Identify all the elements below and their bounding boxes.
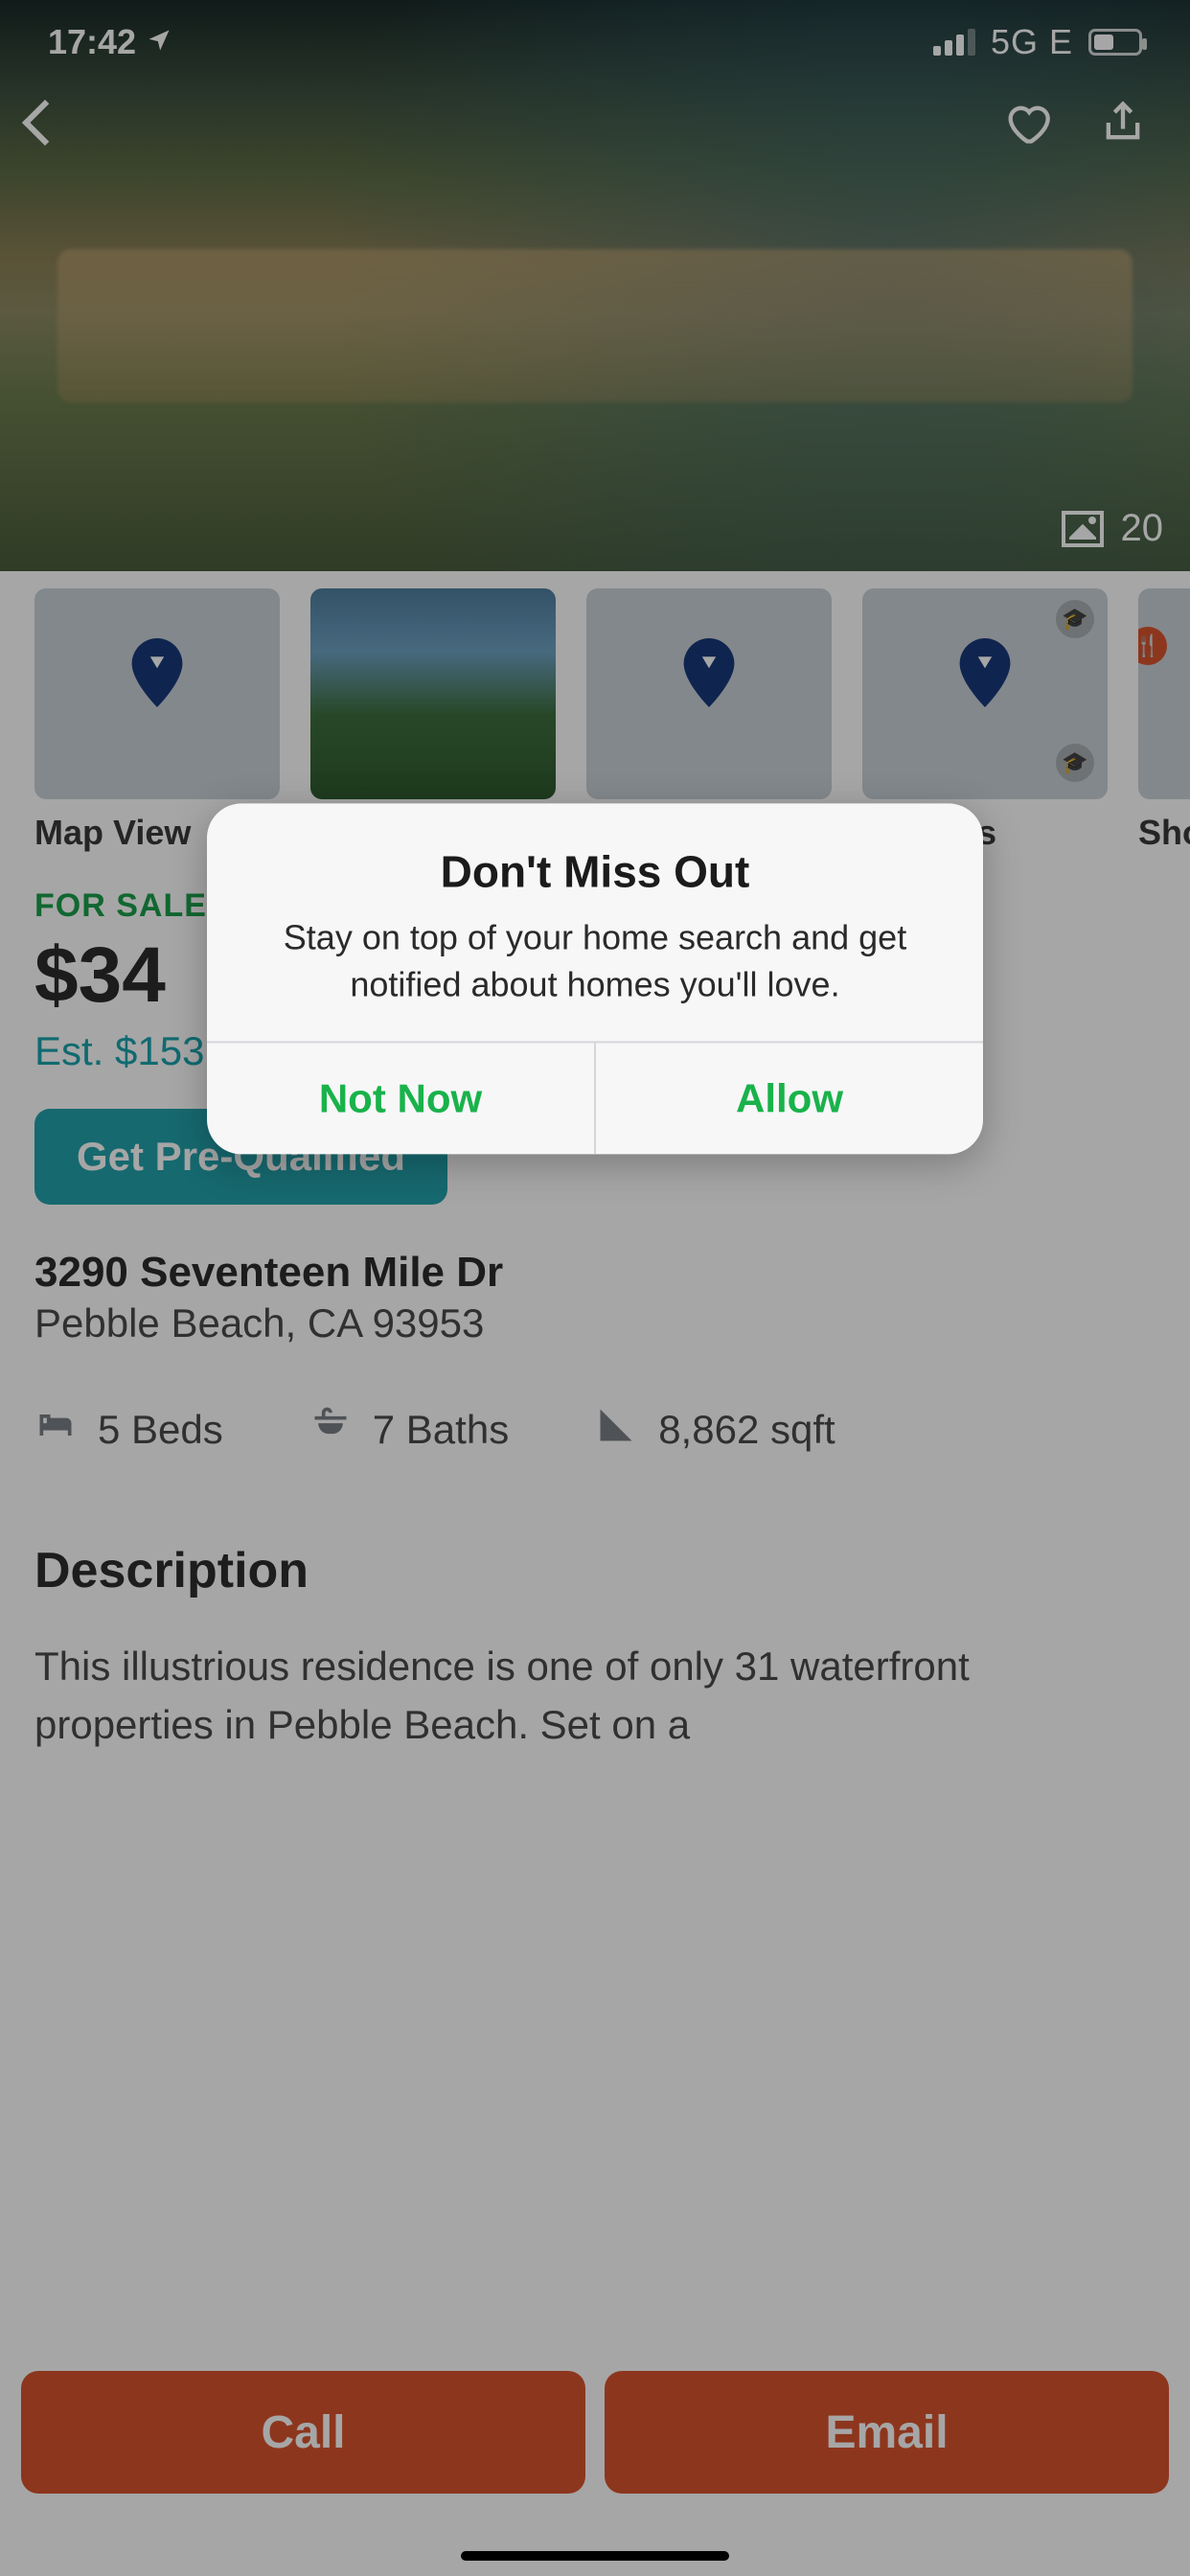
alert-title: Don't Miss Out <box>251 846 939 898</box>
notification-permission-alert: Don't Miss Out Stay on top of your home … <box>207 804 983 1154</box>
alert-not-now-button[interactable]: Not Now <box>207 1043 594 1154</box>
modal-backdrop[interactable] <box>0 0 1190 2576</box>
alert-message: Stay on top of your home search and get … <box>251 915 939 1008</box>
alert-allow-button[interactable]: Allow <box>594 1043 983 1154</box>
